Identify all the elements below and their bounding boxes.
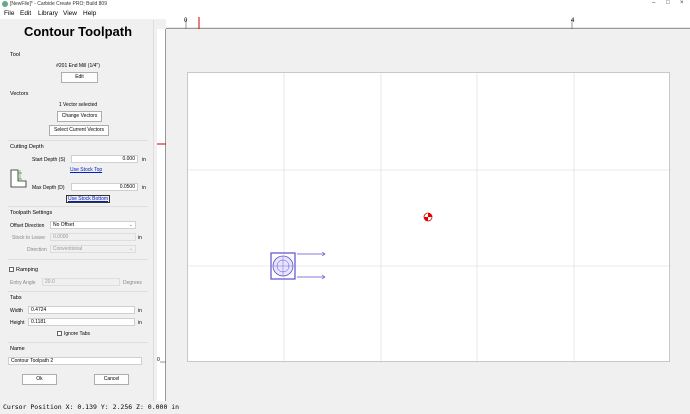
tab-width-unit: in bbox=[138, 308, 142, 314]
menu-view[interactable]: View bbox=[63, 10, 77, 17]
tab-height-unit: in bbox=[138, 320, 142, 326]
max-depth-label: Max Depth (D) bbox=[32, 185, 65, 191]
vectors-selected-text: 1 Vector selected bbox=[58, 102, 98, 108]
stock-to-leave-label: Stock to Leave bbox=[12, 235, 46, 241]
ignore-tabs-label: Ignore Tabs bbox=[64, 331, 91, 337]
select-current-vectors-button[interactable]: Select Current Vectors bbox=[49, 125, 109, 136]
minimize-icon[interactable]: – bbox=[652, 0, 655, 6]
ok-button[interactable]: Ok bbox=[22, 374, 57, 385]
menu-edit[interactable]: Edit bbox=[20, 10, 31, 17]
start-depth-label: Start Depth (S) bbox=[32, 157, 66, 163]
menu-file[interactable]: File bbox=[4, 10, 14, 17]
ignore-tabs-checkbox[interactable] bbox=[57, 331, 62, 336]
toolpath-settings-heading: Toolpath Settings bbox=[10, 210, 53, 216]
chevron-down-icon: ⌄ bbox=[128, 246, 133, 252]
menu-library[interactable]: Library bbox=[38, 10, 58, 17]
app-icon bbox=[2, 1, 8, 7]
ramping-label: Ramping bbox=[16, 267, 39, 273]
tab-width-label: Width bbox=[10, 308, 23, 314]
stock-to-leave-input[interactable]: 0.0000 bbox=[50, 233, 136, 241]
stock-area[interactable] bbox=[187, 72, 671, 363]
panel-title: Contour Toolpath bbox=[23, 24, 133, 39]
ruler-ticks bbox=[166, 17, 690, 29]
contour-toolpath-panel: Contour Toolpath Tool #201 End Mill (1/4… bbox=[4, 20, 152, 401]
change-vectors-button[interactable]: Change Vectors bbox=[57, 111, 102, 122]
tab-height-input[interactable]: 0.1181 bbox=[28, 318, 135, 326]
max-depth-unit: in bbox=[142, 185, 146, 191]
start-depth-input[interactable]: 0.000 bbox=[71, 155, 138, 163]
cutting-depth-heading: Cutting Depth bbox=[10, 144, 44, 150]
ruler-horizontal: 0 4 bbox=[166, 17, 690, 29]
direction-label: Direction bbox=[27, 247, 47, 253]
tool-heading: Tool bbox=[10, 52, 21, 58]
tabs-heading: Tabs bbox=[10, 295, 22, 301]
divider bbox=[8, 342, 148, 343]
title-bar: [NewFile]* - Carbide Create PRO; Build 8… bbox=[0, 0, 690, 9]
stock-to-leave-unit: in bbox=[138, 235, 142, 241]
selected-vector[interactable] bbox=[270, 252, 330, 282]
use-stock-top-link[interactable]: Use Stock Top bbox=[70, 167, 102, 173]
ruler-vertical-ticks bbox=[157, 143, 166, 363]
ruler-vertical: 0 bbox=[157, 29, 166, 401]
offset-direction-select[interactable]: No Offset ⌄ bbox=[50, 221, 136, 229]
entry-angle-unit: Degrees bbox=[123, 280, 142, 286]
direction-value: Conventional bbox=[53, 246, 83, 252]
divider bbox=[8, 291, 148, 292]
chevron-down-icon: ⌄ bbox=[128, 222, 133, 228]
vectors-heading: Vectors bbox=[10, 91, 29, 97]
use-stock-bottom-link[interactable]: Use Stock Bottom bbox=[66, 195, 111, 203]
depth-diagram-icon bbox=[10, 169, 27, 188]
entry-angle-label: Entry Angle bbox=[10, 280, 36, 286]
tab-height-label: Height bbox=[10, 320, 25, 326]
ruler-label-left-zero: 0 bbox=[157, 357, 160, 363]
direction-select[interactable]: Conventional ⌄ bbox=[50, 245, 136, 253]
offset-direction-value: No Offset bbox=[53, 222, 75, 228]
cancel-button[interactable]: Cancel bbox=[94, 374, 129, 385]
menu-help[interactable]: Help bbox=[83, 10, 96, 17]
ruler-label-four: 4 bbox=[571, 18, 575, 24]
maximize-icon[interactable]: □ bbox=[666, 0, 670, 6]
divider bbox=[8, 206, 148, 207]
offset-direction-label: Offset Direction bbox=[10, 223, 45, 229]
name-heading: Name bbox=[10, 346, 25, 352]
entry-angle-input[interactable]: 20.0 bbox=[42, 278, 120, 286]
start-depth-unit: in bbox=[142, 157, 146, 163]
divider bbox=[8, 259, 148, 260]
status-bar: Cursor Position X: 0.139 Y: 2.256 Z: 0.0… bbox=[0, 401, 690, 414]
tool-name: #201 End Mill (1/4") bbox=[56, 63, 100, 69]
tab-width-input[interactable]: 0.4724 bbox=[28, 306, 135, 314]
origin-marker-icon bbox=[423, 212, 433, 222]
edit-tool-button[interactable]: Edit bbox=[61, 72, 98, 83]
ramping-checkbox[interactable] bbox=[9, 267, 14, 272]
close-icon[interactable]: × bbox=[680, 0, 684, 6]
ruler-label-zero: 0 bbox=[184, 18, 188, 24]
divider bbox=[8, 140, 148, 141]
max-depth-input[interactable]: 0.0500 bbox=[71, 183, 138, 191]
window-title: [NewFile]* - Carbide Create PRO; Build 8… bbox=[10, 1, 107, 7]
toolpath-name-input[interactable]: Contour Toolpath 2 bbox=[8, 357, 142, 365]
